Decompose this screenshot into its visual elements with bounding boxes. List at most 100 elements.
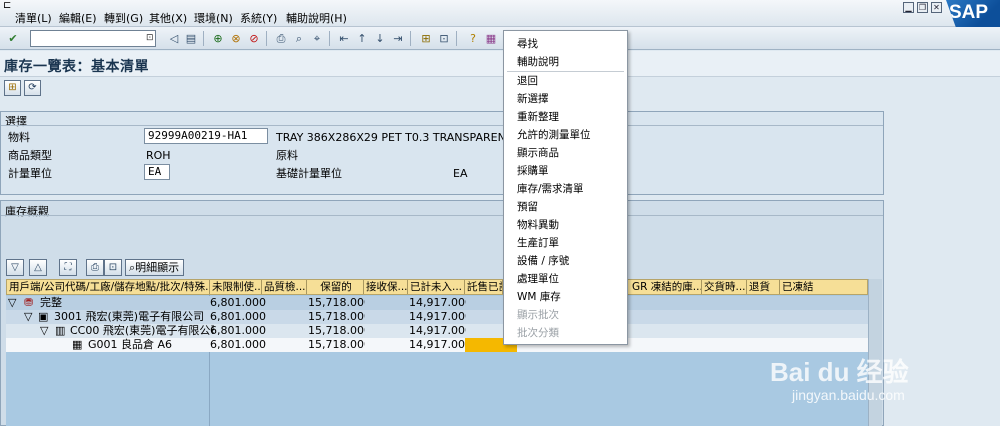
cancel-icon[interactable]: ⊘ — [246, 30, 262, 46]
title-bar — [0, 51, 1000, 77]
collapse-node-icon[interactable]: ▽ — [8, 296, 18, 310]
detail-display-button[interactable]: ⌕明細顯示 — [125, 259, 184, 276]
menu-extras[interactable]: 其他(X) — [149, 12, 187, 25]
context-item-stock-requirements[interactable]: 庫存/需求清單 — [517, 183, 584, 196]
col-header-reserved[interactable]: 保留的 — [307, 280, 364, 294]
print-icon[interactable]: ⎙ — [273, 30, 289, 46]
col-header-consignment[interactable]: 託售已計... — [465, 280, 503, 294]
reserved-qty: 15,718.000 — [308, 338, 365, 351]
unrestricted-qty: 6,801.000 — [210, 324, 266, 337]
plant-node-icon: ▥ — [55, 324, 66, 337]
app-menu-icon[interactable]: ⊏ — [3, 1, 13, 11]
menu-edit[interactable]: 編輯(E) — [59, 12, 97, 25]
selection-group — [0, 111, 884, 195]
command-field[interactable] — [30, 30, 156, 47]
context-item-wm-stock[interactable]: WM 庫存 — [517, 291, 561, 304]
context-item-reservations[interactable]: 預留 — [517, 201, 538, 214]
context-item-equipment-serial[interactable]: 設備 / 序號 — [517, 255, 569, 268]
menu-help[interactable]: 輔助說明(H) — [286, 12, 347, 25]
overview-tree-icon[interactable]: ⊞ — [4, 80, 21, 96]
material-type-code: ROH — [146, 149, 171, 162]
table-row[interactable]: ▽ ▥ CC00 飛宏(東莞)電子有限公司 6,801.000 15,718.0… — [6, 324, 868, 338]
base-uom-value: EA — [453, 167, 468, 180]
menu-list[interactable]: 清單(L) — [15, 12, 52, 25]
page-title: 庫存一覽表：基本清單 — [4, 59, 149, 75]
col-header-unrestricted[interactable]: 未限制使... — [210, 280, 262, 294]
table-row[interactable]: ▦ G001 良品倉 A6 6,801.000 15,718.000 14,91… — [6, 338, 868, 352]
print-list-icon[interactable]: ⎙ — [86, 259, 104, 276]
context-item-material-movements[interactable]: 物料異動 — [517, 219, 559, 232]
minimize-icon[interactable]: ▁ — [903, 2, 914, 13]
context-item-help[interactable]: 輔助說明 — [517, 56, 559, 69]
menu-environment[interactable]: 環境(N) — [194, 12, 233, 25]
table-row[interactable]: ▽ ⛃ 完整 6,801.000 15,718.000 14,917.000 — [6, 296, 868, 310]
context-item-new-selection[interactable]: 新選擇 — [517, 93, 549, 106]
col-header-ordered[interactable]: 已計未入... — [408, 280, 465, 294]
context-item-back[interactable]: 退回 — [517, 75, 538, 88]
uom-field[interactable]: EA — [144, 164, 170, 180]
unrestricted-qty: 6,801.000 — [210, 296, 266, 309]
toolbar-separator — [456, 31, 457, 46]
binoculars-icon[interactable]: ⛶ — [59, 259, 77, 276]
col-header-delivery[interactable]: 交貨時... — [702, 280, 747, 294]
stock-overview-title: 庫存概觀 — [5, 205, 49, 218]
context-item-handling-unit[interactable]: 處理單位 — [517, 273, 559, 286]
tree-node-label: CC00 飛宏(東莞)電子有限公司 — [70, 324, 214, 337]
col-header-quality[interactable]: 品質檢... — [262, 280, 307, 294]
group-divider — [1, 125, 883, 126]
layout-menu-icon[interactable]: ▦ — [483, 30, 499, 46]
col-header-returns[interactable]: 退貨 — [747, 280, 780, 294]
find-icon[interactable]: ⌕ — [291, 30, 307, 46]
refresh-icon[interactable]: ⟳ — [24, 80, 41, 96]
menu-system[interactable]: 系統(Y) — [240, 12, 277, 25]
collapse-node-icon[interactable]: ▽ — [40, 324, 50, 338]
collapse-all-icon[interactable]: △ — [29, 259, 47, 276]
group-divider — [1, 215, 883, 216]
material-field[interactable]: 92999A00219-HA1 — [144, 128, 268, 144]
back-icon[interactable]: ⊕ — [210, 30, 226, 46]
next-page-icon[interactable]: ↓ — [372, 30, 388, 46]
collapse-node-icon[interactable]: ▽ — [24, 310, 34, 324]
last-page-icon[interactable]: ⇥ — [390, 30, 406, 46]
context-item-display-batch: 顯示批次 — [517, 309, 559, 321]
ordered-qty: 14,917.000 — [409, 310, 466, 323]
standard-toolbar: ✔ ⊡ ◁ ▤ ⊕ ⊗ ⊘ ⎙ ⌕ ⌖ ⇤ ↑ ↓ ⇥ ⊞ ⊡ ? ▦ — [0, 27, 1000, 50]
context-item-refresh[interactable]: 重新整理 — [517, 111, 559, 124]
previous-page-icon[interactable]: ↑ — [354, 30, 370, 46]
unrestricted-qty: 6,801.000 — [210, 310, 266, 323]
context-item-production-order[interactable]: 生產訂單 — [517, 237, 559, 250]
ordered-qty: 14,917.000 — [409, 324, 466, 337]
help-icon[interactable]: ? — [465, 30, 481, 46]
shortcut-icon[interactable]: ⊡ — [436, 30, 452, 46]
baidu-watermark-logo: Bai du 经验 — [770, 357, 909, 387]
toolbar-separator — [410, 31, 411, 46]
col-header-receipt[interactable]: 接收保... — [364, 280, 408, 294]
context-item-purchase-order[interactable]: 採購單 — [517, 165, 549, 178]
ordered-qty: 14,917.000 — [409, 338, 466, 351]
find-next-icon[interactable]: ⌖ — [309, 30, 325, 46]
ordered-qty: 14,917.000 — [409, 296, 466, 309]
exit-icon[interactable]: ⊗ — [228, 30, 244, 46]
save-icon[interactable]: ▤ — [183, 30, 199, 46]
create-session-icon[interactable]: ⊞ — [418, 30, 434, 46]
close-icon[interactable]: ✕ — [931, 2, 942, 13]
expand-all-icon[interactable]: ▽ — [6, 259, 24, 276]
export-icon[interactable]: ⊡ — [104, 259, 122, 276]
menu-goto[interactable]: 轉到(G) — [104, 12, 143, 25]
first-page-icon[interactable]: ⇤ — [336, 30, 352, 46]
material-type-description: 原料 — [276, 149, 298, 162]
context-item-display-material[interactable]: 顯示商品 — [517, 147, 559, 160]
table-row[interactable]: ▽ ▣ 3001 飛宏(東莞)電子有限公司 6,801.000 15,718.0… — [6, 310, 868, 324]
restore-icon[interactable]: ❐ — [917, 2, 928, 13]
context-item-find[interactable]: 尋找 — [517, 38, 538, 51]
tree-node-label: 3001 飛宏(東莞)電子有限公司 — [54, 310, 205, 323]
client-node-icon: ⛃ — [24, 296, 34, 309]
context-item-allowed-uom[interactable]: 允許的測量單位 — [517, 129, 591, 142]
col-header-blocked[interactable]: 已凍結 — [780, 280, 868, 294]
previous-arrow-icon[interactable]: ◁ — [166, 30, 182, 46]
enter-check-icon[interactable]: ✔ — [5, 30, 21, 46]
col-header-hierarchy[interactable]: 用戶端/公司代碼/工廠/儲存地點/批次/特殊... — [7, 280, 210, 294]
uom-label: 計量單位 — [8, 167, 52, 180]
command-field-menu-icon[interactable]: ⊡ — [146, 31, 155, 45]
col-header-gr-blocked[interactable]: GR 凍結的庫... — [630, 280, 702, 294]
